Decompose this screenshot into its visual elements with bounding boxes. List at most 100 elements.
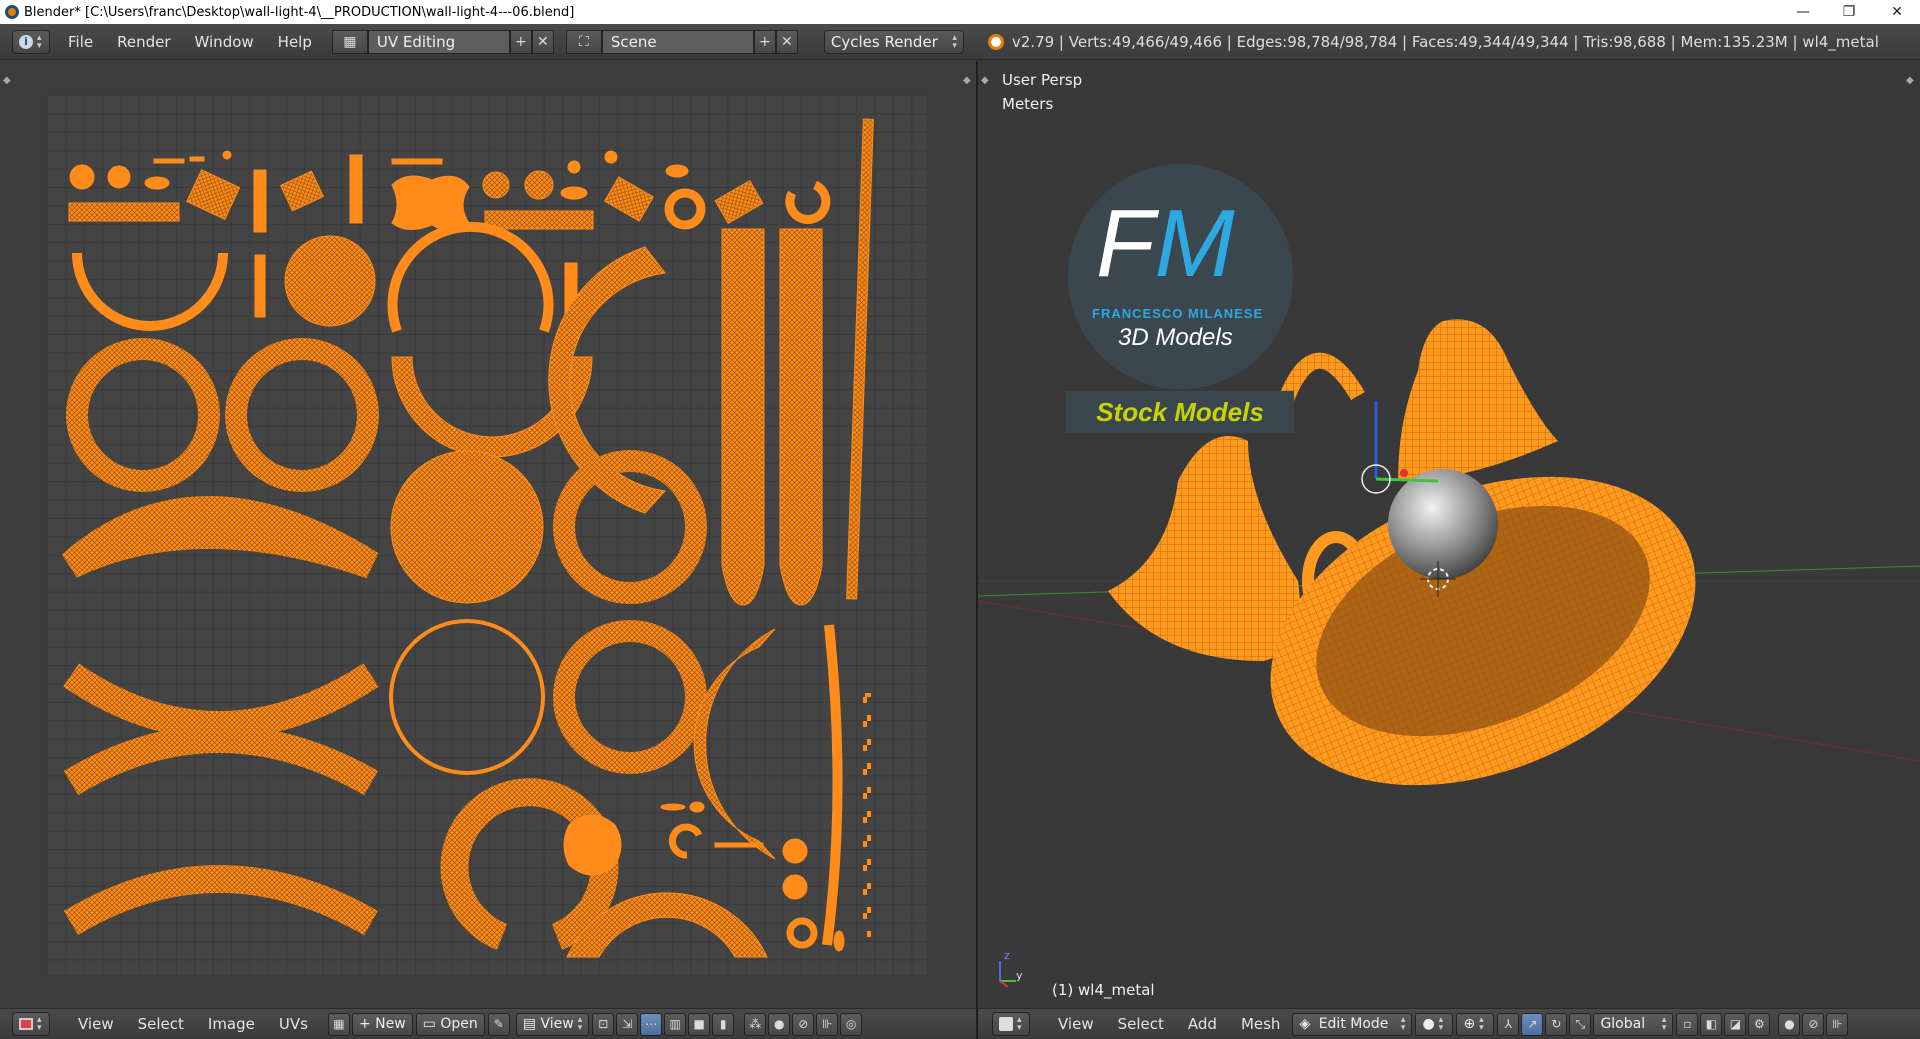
snap-icon[interactable]: ⊘: [1802, 1012, 1825, 1036]
menu-view[interactable]: View: [1046, 1015, 1106, 1033]
remove-scene-button[interactable]: ✕: [775, 29, 798, 54]
sticky-mode-icon[interactable]: ⁂: [744, 1012, 767, 1036]
uv-island[interactable]: [254, 254, 266, 318]
open-image-button[interactable]: ▭ Open: [415, 1012, 485, 1036]
uv-island[interactable]: [284, 235, 376, 327]
island-select-icon[interactable]: ▮: [712, 1012, 735, 1036]
rotate-icon[interactable]: ↻: [1545, 1012, 1568, 1036]
menu-select[interactable]: Select: [126, 1015, 196, 1033]
uv-island[interactable]: [721, 228, 765, 606]
3d-viewport[interactable]: ◆ ◆ User Persp Meters z y FM FRANCESCO M…: [978, 61, 1920, 1008]
pivot-dropdown[interactable]: ⊕ ▴ ▾: [1456, 1012, 1495, 1036]
uv-island[interactable]: [863, 693, 871, 937]
render-engine-dropdown[interactable]: Cycles Render ▴ ▾: [823, 29, 964, 54]
region-toggle-icon[interactable]: ◆: [3, 75, 11, 86]
menu-render[interactable]: Render: [105, 33, 182, 51]
uv-island[interactable]: [482, 171, 510, 199]
restore-button[interactable]: ❐: [1826, 0, 1872, 24]
right-lamp-top[interactable]: [1398, 319, 1558, 481]
menu-view[interactable]: View: [66, 1015, 126, 1033]
uv-island[interactable]: [144, 176, 170, 190]
image-browse-icon[interactable]: ▦: [327, 1012, 350, 1036]
pin-icon[interactable]: ✎: [487, 1012, 510, 1036]
orientation-dropdown[interactable]: Global ▴ ▾: [1593, 1012, 1674, 1036]
uv-island[interactable]: [846, 118, 874, 600]
proportional-edit-icon[interactable]: ●: [1778, 1012, 1801, 1036]
occlude-geometry-icon[interactable]: ⚙: [1748, 1012, 1771, 1036]
editor-type-selector[interactable]: ▴ ▾: [992, 1012, 1030, 1036]
add-layout-button[interactable]: +: [509, 29, 532, 54]
sync-selection-icon[interactable]: ⇲: [616, 1012, 639, 1036]
uv-island[interactable]: [693, 628, 776, 860]
vertex-select-icon[interactable]: ⋯: [640, 1012, 663, 1036]
proportional-edit-icon[interactable]: ●: [768, 1012, 791, 1036]
menu-add[interactable]: Add: [1176, 1015, 1229, 1033]
edge-select-icon[interactable]: ▥: [664, 1012, 687, 1036]
vertex-select-icon[interactable]: ▫: [1676, 1012, 1699, 1036]
remove-layout-button[interactable]: ✕: [531, 29, 554, 54]
uv-island[interactable]: [779, 228, 823, 606]
face-select-icon[interactable]: ◪: [1724, 1012, 1747, 1036]
uv-island[interactable]: [567, 160, 581, 174]
uv-island[interactable]: [604, 150, 618, 164]
uv-island[interactable]: [225, 338, 379, 492]
uv-island[interactable]: [782, 838, 808, 864]
editor-type-selector[interactable]: ▴ ▾: [12, 1012, 50, 1036]
uv-island[interactable]: [660, 803, 686, 811]
uv-island[interactable]: [280, 170, 324, 212]
uv-island[interactable]: [563, 814, 622, 876]
uv-island[interactable]: [63, 663, 379, 739]
pivot-icon[interactable]: ⊡: [592, 1012, 615, 1036]
uv-island[interactable]: [560, 186, 588, 200]
uv-island[interactable]: [61, 496, 379, 579]
uv-island[interactable]: [390, 450, 544, 604]
gizmo-x-arrow[interactable]: [1400, 469, 1408, 477]
uv-island[interactable]: [63, 725, 378, 796]
render-result-icon[interactable]: ◎: [840, 1012, 863, 1036]
uv-island[interactable]: [391, 158, 443, 165]
uv-island[interactable]: [822, 624, 843, 946]
snap-icon[interactable]: ⊘: [792, 1012, 815, 1036]
uv-island[interactable]: [72, 252, 228, 331]
manipulator-toggle-icon[interactable]: ⅄: [1497, 1012, 1520, 1036]
uv-island[interactable]: [391, 175, 470, 230]
uv-island[interactable]: [107, 165, 131, 189]
shading-dropdown[interactable]: ● ▴ ▾: [1415, 1012, 1454, 1036]
editor-type-selector[interactable]: i ▴ ▾: [12, 29, 50, 54]
add-scene-button[interactable]: +: [753, 29, 776, 54]
uv-island[interactable]: [689, 801, 705, 813]
uv-island[interactable]: [186, 169, 241, 220]
mode-dropdown[interactable]: ◈ Edit Mode ▴ ▾: [1292, 1012, 1413, 1036]
screen-layout-field[interactable]: UV Editing: [367, 29, 510, 54]
face-select-icon[interactable]: ■: [688, 1012, 711, 1036]
uv-island[interactable]: [389, 619, 545, 775]
uv-island[interactable]: [387, 221, 554, 333]
uv-island[interactable]: [63, 865, 378, 936]
translate-icon[interactable]: ↗: [1521, 1012, 1544, 1036]
uv-island[interactable]: [714, 842, 764, 848]
uv-island[interactable]: [714, 180, 764, 224]
menu-select[interactable]: Select: [1106, 1015, 1176, 1033]
gizmo-y-arrow[interactable]: [1375, 477, 1439, 483]
left-lamp-shade[interactable]: [1108, 436, 1300, 661]
uv-islands[interactable]: [47, 95, 927, 975]
uv-island[interactable]: [668, 823, 703, 859]
uv-image-editor[interactable]: ◆ ◆: [0, 61, 976, 1008]
uv-island[interactable]: [349, 154, 363, 224]
menu-uvs[interactable]: UVs: [267, 1015, 320, 1033]
uv-island[interactable]: [603, 176, 655, 222]
menu-help[interactable]: Help: [266, 33, 324, 51]
minimize-button[interactable]: —: [1780, 0, 1826, 24]
new-image-button[interactable]: + New: [351, 1012, 413, 1036]
close-button[interactable]: ✕: [1874, 0, 1920, 24]
uv-island[interactable]: [785, 180, 831, 224]
uv-island[interactable]: [524, 170, 554, 200]
menu-window[interactable]: Window: [183, 33, 266, 51]
uv-island[interactable]: [664, 188, 706, 230]
uv-island[interactable]: [189, 156, 205, 162]
menu-mesh[interactable]: Mesh: [1229, 1015, 1293, 1033]
uv-island[interactable]: [66, 338, 220, 492]
menu-file[interactable]: File: [56, 33, 105, 51]
scale-icon[interactable]: ⤡: [1569, 1012, 1592, 1036]
snap-target-icon[interactable]: ⊪: [1826, 1012, 1849, 1036]
